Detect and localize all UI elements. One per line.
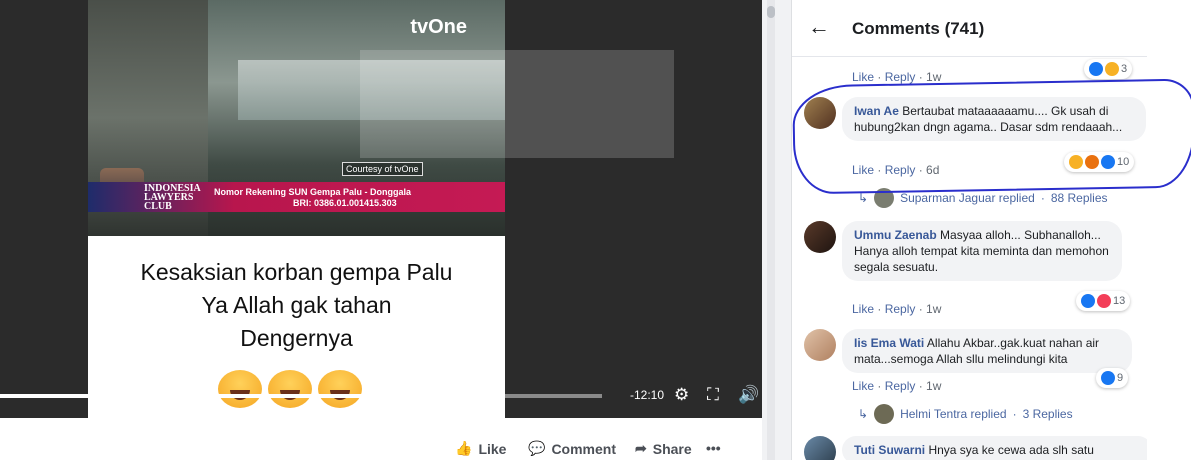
like-label: Like — [478, 440, 507, 457]
reaction-count: 13 — [1113, 295, 1126, 307]
sad-reaction-icon — [1105, 62, 1119, 76]
comment-bubble: Tuti Suwarni Hnya sya ke cewa ada slh sa… — [842, 436, 1147, 460]
back-arrow-icon[interactable]: ← — [808, 14, 830, 40]
avatar[interactable] — [804, 329, 836, 361]
like-reaction-icon — [1089, 62, 1103, 76]
comments-panel: ← Comments (741) Like · Reply · 1w 3 Iwa… — [791, 0, 1147, 460]
volume-icon[interactable]: 🔊 — [738, 385, 759, 405]
scroll-thumb[interactable] — [767, 6, 775, 18]
reply-arrow-icon: ↳ — [858, 407, 869, 421]
more-button[interactable]: ••• — [706, 440, 721, 456]
news-ticker: INDONESIA LAWYERS CLUB Nomor Rekening SU… — [88, 182, 505, 212]
avatar[interactable] — [804, 436, 836, 460]
reply-link[interactable]: Reply — [885, 70, 916, 84]
reply-link[interactable]: Reply — [885, 379, 916, 393]
dot-separator: · — [1012, 407, 1017, 421]
love-reaction-icon — [1097, 294, 1111, 308]
comment-meta: Like · Reply · 1w — [852, 70, 942, 84]
comment-icon: 💬 — [528, 440, 546, 456]
comment-button[interactable]: 💬 Comment — [528, 440, 616, 457]
like-reaction-icon — [1101, 371, 1115, 385]
ticker-line2: BRI: 0386.01.001415.303 — [293, 198, 397, 208]
progress-fill — [0, 394, 476, 398]
time-remaining: -12:10 — [630, 388, 665, 402]
ticker-line1: Nomor Rekening SUN Gempa Palu - Donggala — [214, 187, 412, 197]
reply-link[interactable]: Reply — [885, 302, 916, 316]
caption-line: Ya Allah gak tahan — [201, 292, 392, 318]
reaction-summary[interactable]: 3 — [1084, 59, 1133, 79]
video-player[interactable]: tvOne Courtesy of tvOne INDONESIA LAWYER… — [0, 0, 762, 418]
dot-separator: · — [1040, 191, 1045, 205]
avatar — [874, 404, 895, 424]
video-caption: Kesaksian korban gempa Palu Ya Allah gak… — [88, 256, 505, 355]
comment-age: 1w — [926, 302, 942, 316]
reply-count: 3 Replies — [1022, 407, 1073, 421]
caption-line: Kesaksian korban gempa Palu — [140, 259, 453, 285]
comment-meta: Like · Reply · 1w — [852, 302, 942, 316]
post-actions: 👍 Like 💬 Comment ➦ Share ••• — [0, 418, 762, 460]
comments-title: Comments (741) — [852, 19, 985, 38]
like-link[interactable]: Like — [852, 302, 874, 316]
commenter-name[interactable]: Tuti Suwarni — [854, 443, 925, 457]
snipping-tool-ghost — [360, 50, 674, 158]
gear-icon[interactable]: ⚙ — [674, 385, 689, 405]
share-icon: ➦ — [635, 440, 647, 456]
comment-meta: Like · Reply · 1w — [852, 379, 942, 393]
channel-logo: tvOne — [410, 16, 467, 38]
comment-text: Hnya sya ke cewa ada slh satu — [928, 443, 1094, 457]
replier: Suparman Jaguar replied — [900, 191, 1035, 205]
comment-bubble: Ummu Zaenab Masyaa alloh... Subhanalloh.… — [842, 221, 1122, 281]
reaction-summary[interactable]: 9 — [1096, 368, 1129, 388]
comment-age: 1w — [926, 70, 942, 84]
comment-label: Comment — [551, 440, 616, 457]
ticker-logo: INDONESIA LAWYERS CLUB — [144, 183, 201, 212]
fullscreen-icon[interactable]: ⛶ — [707, 385, 719, 405]
commenter-name[interactable]: Iis Ema Wati — [854, 336, 924, 350]
highlight-circle-annotation — [792, 78, 1191, 195]
comment-age: 1w — [926, 379, 942, 393]
commenter-name[interactable]: Ummu Zaenab — [854, 228, 937, 242]
caption-line: Dengernya — [240, 325, 353, 351]
share-button[interactable]: ➦ Share — [635, 440, 692, 457]
comment-bubble: Iis Ema Wati Allahu Akbar..gak.kuat naha… — [842, 329, 1132, 373]
video-controls: -12:10 ⚙ ⛶ 🔊 — [0, 382, 762, 410]
reaction-summary[interactable]: 13 — [1076, 291, 1131, 311]
scrollbar[interactable] — [767, 0, 775, 460]
avatar[interactable] — [804, 221, 836, 253]
reaction-count: 3 — [1121, 63, 1128, 75]
like-link[interactable]: Like — [852, 379, 874, 393]
view-replies[interactable]: ↳ Helmi Tentra replied · 3 Replies — [858, 404, 1073, 424]
reply-count: 88 Replies — [1050, 191, 1108, 205]
thumbs-up-icon: 👍 — [455, 440, 473, 456]
reaction-count: 9 — [1117, 372, 1124, 384]
share-label: Share — [652, 440, 692, 457]
like-reaction-icon — [1081, 294, 1095, 308]
like-link[interactable]: Like — [852, 70, 874, 84]
like-button[interactable]: 👍 Like — [455, 440, 506, 457]
comments-header: ← Comments (741) — [792, 0, 1147, 57]
progress-bar[interactable] — [0, 394, 602, 398]
replier: Helmi Tentra replied — [900, 407, 1007, 421]
courtesy-label: Courtesy of tvOne — [342, 162, 423, 176]
